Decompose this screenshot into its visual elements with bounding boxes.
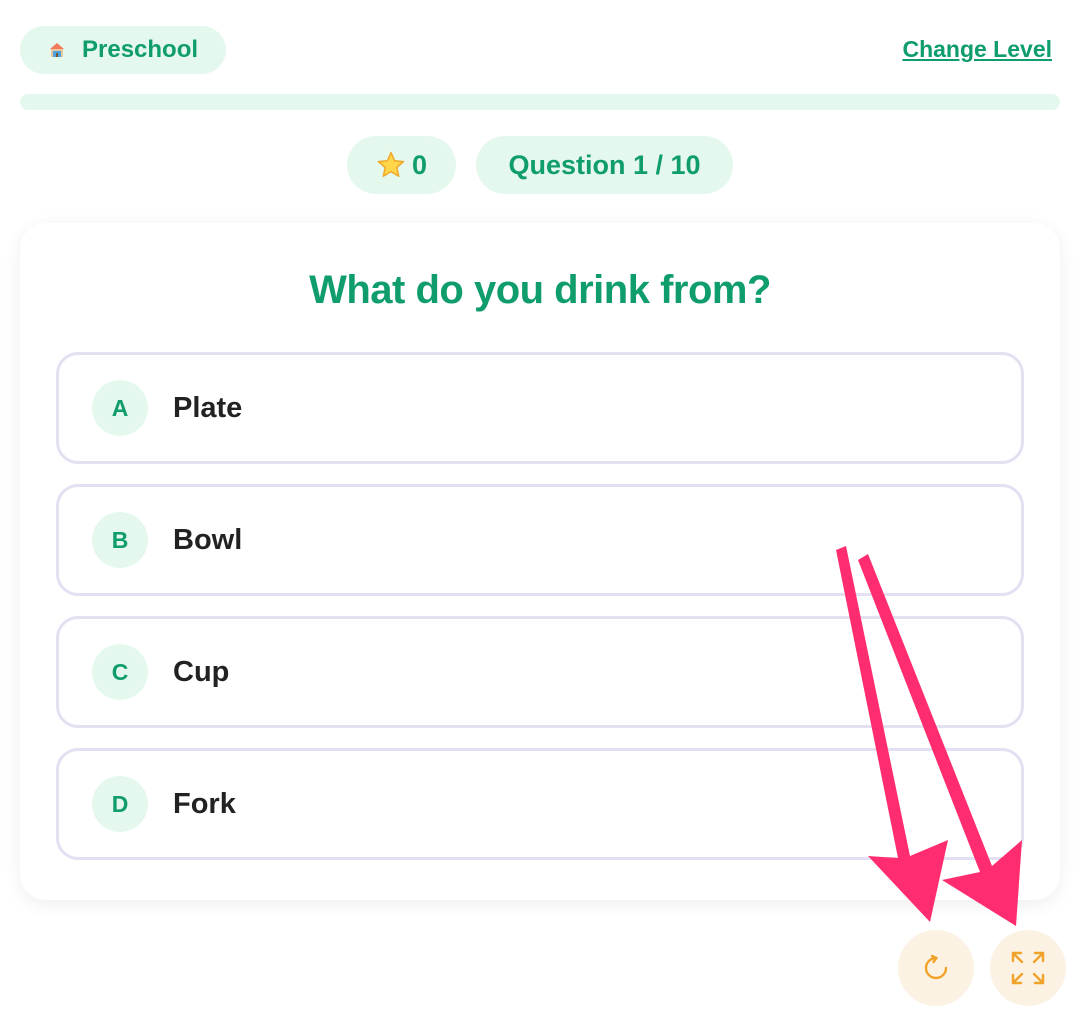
option-letter: C bbox=[92, 644, 148, 700]
option-d[interactable]: D Fork bbox=[56, 748, 1024, 860]
progress-bar bbox=[20, 94, 1060, 110]
stars-count: 0 bbox=[411, 149, 428, 180]
option-letter: B bbox=[92, 512, 148, 568]
option-letter: A bbox=[92, 380, 148, 436]
stars-counter: 0 bbox=[347, 136, 456, 194]
star-icon bbox=[377, 151, 405, 177]
fullscreen-icon bbox=[1011, 951, 1045, 985]
level-label: Preschool bbox=[82, 36, 199, 63]
option-b[interactable]: B Bowl bbox=[56, 484, 1024, 596]
option-c[interactable]: C Cup bbox=[56, 616, 1024, 728]
option-text: Cup bbox=[173, 655, 230, 688]
change-level-link[interactable]: Change Level bbox=[902, 36, 1052, 63]
option-text: Fork bbox=[173, 787, 236, 820]
option-text: Plate bbox=[173, 391, 243, 424]
option-letter: D bbox=[92, 776, 148, 832]
restart-icon bbox=[924, 954, 948, 980]
question-counter: Question 1 / 10 bbox=[476, 136, 733, 194]
level-badge: Preschool bbox=[20, 26, 226, 74]
school-building-icon bbox=[50, 43, 64, 57]
option-text: Bowl bbox=[173, 523, 243, 556]
question-counter-text: Question 1 / 10 bbox=[508, 149, 701, 180]
question-text: What do you drink from? bbox=[309, 268, 771, 312]
fullscreen-button[interactable] bbox=[990, 930, 1066, 1006]
restart-button[interactable] bbox=[898, 930, 974, 1006]
option-a[interactable]: A Plate bbox=[56, 352, 1024, 464]
